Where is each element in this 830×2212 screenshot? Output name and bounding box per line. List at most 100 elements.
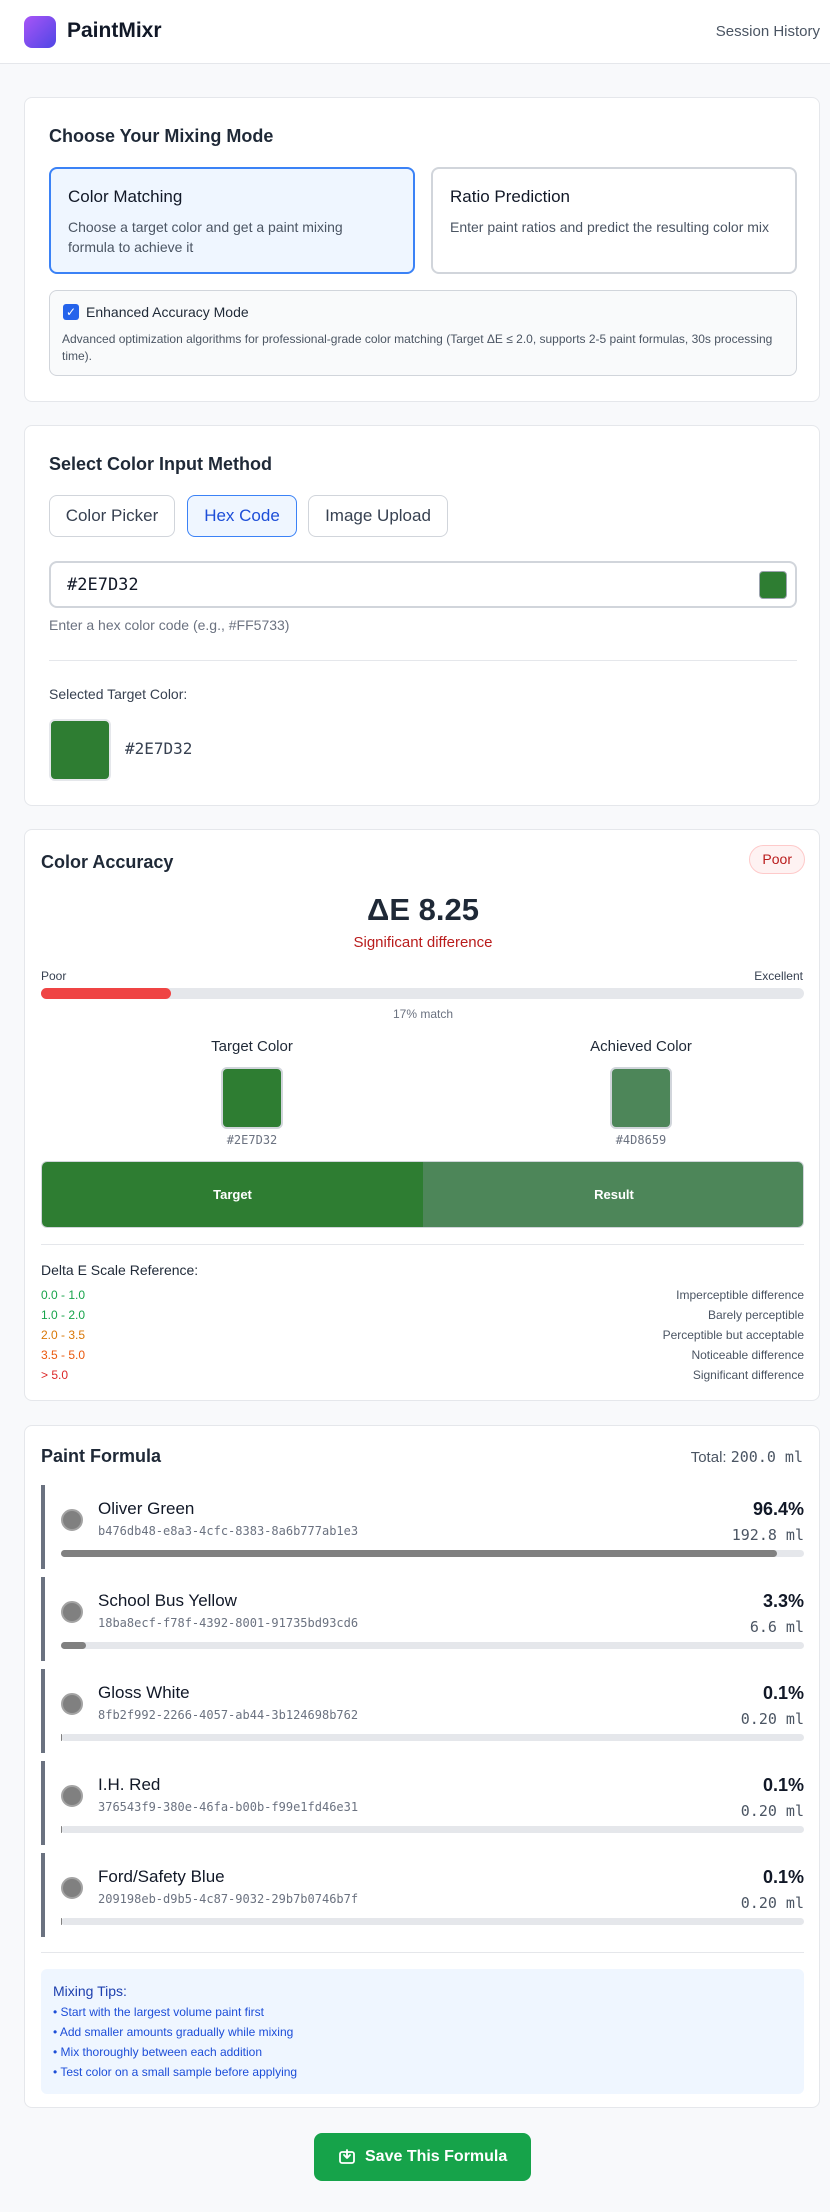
paint-id: 8fb2f992-2266-4057-ab44-3b124698b762 [98,1708,359,1722]
match-percent: 17% match [392,1007,454,1021]
enhanced-accuracy-label[interactable]: Enhanced Accuracy Mode [86,304,249,320]
hex-preview-swatch [759,571,787,599]
target-color-label: Target Color [211,1038,293,1055]
paint-volume: 0.20 ml [740,1894,804,1912]
mixing-tip: • Add smaller amounts gradually while mi… [53,2025,294,2039]
paint-id: 376543f9-380e-46fa-b00b-f99e1fd46e31 [98,1800,359,1814]
hex-input-value[interactable]: #2E7D32 [67,575,139,595]
reference-row: 3.5 - 5.0 Noticeable difference [41,1348,804,1366]
reference-description: Noticeable difference [691,1348,804,1362]
mode-title: Color Matching [68,187,183,206]
paint-id: 18ba8ecf-f78f-4392-8001-91735bd93cd6 [98,1616,359,1630]
mode-color-matching[interactable]: Color Matching Choose a target color and… [49,167,415,274]
paint-row: Gloss White 8fb2f992-2266-4057-ab44-3b12… [41,1669,804,1753]
paint-volume: 0.20 ml [740,1802,804,1820]
color-input-card: Select Color Input Method Color Picker H… [24,425,820,806]
reference-row: 1.0 - 2.0 Barely perceptible [41,1308,804,1326]
accuracy-badge: Poor [749,845,805,874]
delta-e-reference-heading: Delta E Scale Reference: [41,1262,199,1278]
match-progress-bar [41,988,804,999]
paint-ratio-bar [61,1642,804,1649]
mixing-tip: • Start with the largest volume paint fi… [53,2005,264,2019]
reference-description: Barely perceptible [707,1308,804,1322]
comparison-result: Result [423,1162,803,1227]
paint-percent: 0.1% [762,1683,804,1703]
paint-formula-heading: Paint Formula [41,1446,162,1466]
scale-label-excellent: Excellent [754,969,803,983]
reference-row: 2.0 - 3.5 Perceptible but acceptable [41,1328,804,1346]
enhanced-accuracy-checkbox[interactable]: ✓ [63,304,79,320]
mode-description: Choose a target color and get a paint mi… [68,219,343,255]
reference-row: > 5.0 Significant difference [41,1368,804,1386]
mode-description: Enter paint ratios and predict the resul… [450,219,770,235]
achieved-color-label: Achieved Color [590,1038,692,1055]
paint-ratio-fill [61,1550,778,1557]
mixing-tip: • Test color on a small sample before ap… [53,2065,298,2079]
session-history-link[interactable]: Session History [716,23,820,40]
paint-name: Gloss White [98,1683,190,1702]
save-formula-button[interactable]: Save This Formula [314,2133,531,2181]
hex-input-hint: Enter a hex color code (e.g., #FF5733) [49,617,290,633]
formula-total-label: Total: [690,1449,727,1466]
paint-row: Ford/Safety Blue 209198eb-d9b5-4c87-9032… [41,1853,804,1937]
paint-name: I.H. Red [98,1775,161,1794]
app-logo [24,16,56,48]
mixing-tips: Mixing Tips: • Start with the largest vo… [41,1969,804,2094]
delta-e-value: ΔE 8.25 [367,892,479,927]
paint-volume: 6.6 ml [749,1618,804,1636]
accuracy-verdict: Significant difference [353,934,493,951]
paint-color-dot [61,1693,83,1715]
paint-ratio-bar [61,1826,804,1833]
color-accuracy-heading: Color Accuracy [41,852,174,872]
formula-total-value: 200.0 ml [730,1448,803,1466]
color-accuracy-card: Color Accuracy Poor ΔE 8.25 Significant … [24,829,820,1401]
reference-range: 0.0 - 1.0 [41,1288,86,1302]
paint-percent: 0.1% [762,1867,804,1887]
paint-ratio-bar [61,1918,804,1925]
top-bar: PaintMixr Session History [0,0,830,64]
mixing-mode-card: Choose Your Mixing Mode Color Matching C… [24,97,820,402]
tab-image-upload[interactable]: Image Upload [308,495,448,537]
reference-range: > 5.0 [41,1368,69,1382]
hex-input[interactable]: #2E7D32 [49,561,797,608]
paint-volume: 0.20 ml [740,1710,804,1728]
side-by-side-comparison: Target Result [41,1161,804,1228]
paint-percent: 96.4% [752,1499,804,1519]
paint-color-dot [61,1785,83,1807]
paint-ratio-fill [61,1642,86,1649]
paint-percent: 0.1% [762,1775,804,1795]
mode-ratio-prediction[interactable]: Ratio Prediction Enter paint ratios and … [431,167,797,274]
reference-description: Perceptible but acceptable [662,1328,804,1342]
selected-target-swatch [49,719,111,781]
divider [41,1952,804,1953]
color-input-heading: Select Color Input Method [49,454,272,474]
paint-name: Oliver Green [98,1499,195,1518]
selected-target-hex: #2E7D32 [125,739,193,758]
tab-hex-code[interactable]: Hex Code [187,495,297,537]
paint-ratio-fill [61,1918,63,1925]
paint-color-dot [61,1601,83,1623]
save-formula-label: Save This Formula [365,2148,508,2165]
paint-ratio-fill [61,1826,63,1833]
target-color-swatch [221,1067,283,1129]
paint-row: Oliver Green b476db48-e8a3-4cfc-8383-8a6… [41,1485,804,1569]
enhanced-accuracy-description: Advanced optimization algorithms for pro… [62,332,773,363]
paint-formula-card: Paint Formula Total: 200.0 ml Oliver Gre… [24,1425,820,2108]
divider [49,660,797,661]
app-title: PaintMixr [67,19,162,42]
paint-name: School Bus Yellow [98,1591,237,1610]
reference-description: Imperceptible difference [676,1288,804,1302]
enhanced-accuracy-panel: ✓ Enhanced Accuracy Mode Advanced optimi… [49,290,797,376]
paint-id: b476db48-e8a3-4cfc-8383-8a6b777ab1e3 [98,1524,359,1538]
comparison-target: Target [42,1162,423,1227]
mixing-tip: • Mix thoroughly between each addition [53,2045,262,2059]
mixing-tips-heading: Mixing Tips: [53,1983,127,1999]
tab-color-picker[interactable]: Color Picker [49,495,175,537]
paint-id: 209198eb-d9b5-4c87-9032-29b7b0746b7f [98,1892,359,1906]
reference-range: 3.5 - 5.0 [41,1348,86,1362]
scale-label-poor: Poor [41,969,67,983]
paint-ratio-fill [61,1734,63,1741]
achieved-color-swatch [610,1067,672,1129]
reference-range: 1.0 - 2.0 [41,1308,86,1322]
paint-volume: 192.8 ml [731,1526,804,1544]
